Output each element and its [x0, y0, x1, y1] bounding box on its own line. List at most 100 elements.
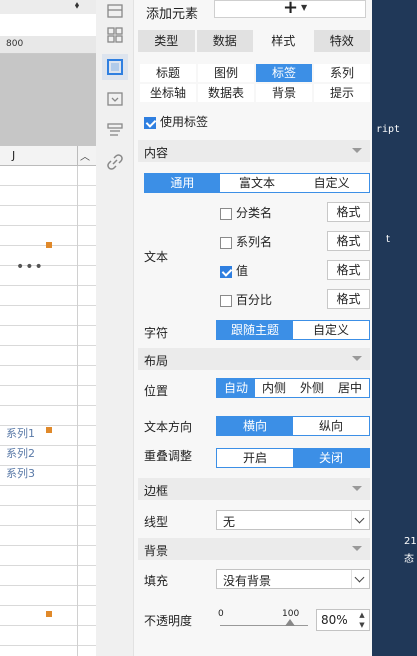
position-option-2[interactable]: 外侧	[293, 379, 331, 397]
slider-min-label: 0	[218, 609, 224, 619]
direction-segmented: 横向 纵向	[216, 416, 370, 436]
char-option-0[interactable]: 跟随主题	[217, 321, 293, 339]
chevron-down-icon[interactable]	[351, 511, 369, 529]
column-header-label[interactable]: J	[12, 149, 15, 162]
chevron-up-icon[interactable]: ▲	[357, 611, 367, 620]
content-mode-option-0[interactable]: 通用	[145, 174, 220, 192]
fill-value: 没有背景	[223, 574, 272, 588]
resize-handle[interactable]	[46, 611, 52, 617]
text-option-row[interactable]: 值	[220, 262, 248, 279]
slider-max-label: 100	[282, 609, 300, 619]
tab-main-1[interactable]: 数据	[196, 30, 253, 52]
text-option-checkbox[interactable]	[220, 265, 232, 278]
section-border[interactable]: 边框	[138, 478, 370, 500]
canvas-text: 21	[404, 536, 417, 547]
format-button[interactable]: 格式	[327, 260, 370, 280]
use-label-checkbox-row[interactable]: 使用标签	[144, 113, 208, 130]
overlap-segmented: 开启 关闭	[216, 448, 370, 468]
section-background[interactable]: 背景	[138, 538, 370, 560]
opacity-stepper[interactable]: 80% ▲ ▼	[316, 609, 370, 631]
tab-main-2[interactable]: 样式	[255, 30, 312, 52]
format-button[interactable]: 格式	[327, 231, 370, 251]
use-label-text: 使用标签	[160, 115, 209, 129]
ruler: 800	[0, 36, 96, 54]
position-control: 自动 内侧 外侧 居中	[216, 378, 370, 398]
opacity-slider-thumb[interactable]	[285, 619, 296, 626]
text-option-checkbox[interactable]	[220, 207, 232, 220]
layout-icon[interactable]	[105, 2, 125, 22]
section-content[interactable]: 内容	[138, 140, 370, 162]
tab-sub-3[interactable]: 系列	[314, 64, 370, 82]
char-segmented: 跟随主题 自定义	[216, 320, 370, 340]
text-option-row[interactable]: 分类名	[220, 204, 272, 221]
chevron-down-icon[interactable]: ▼	[357, 621, 367, 630]
tab-sub-6[interactable]: 背景	[256, 84, 312, 102]
tab-sub-4[interactable]: 坐标轴	[140, 84, 196, 102]
more-icon[interactable]: •••	[16, 259, 44, 275]
content-mode-option-2[interactable]: 自定义	[294, 174, 369, 192]
tab-sub-7[interactable]: 提示	[314, 84, 370, 102]
chevron-up-icon[interactable]: ︿	[80, 148, 90, 163]
overlap-option-1[interactable]: 关闭	[293, 449, 369, 467]
text-option-label: 值	[236, 264, 249, 278]
properties-panel: 添加元素 + ▼ 类型 数据 样式 特效 标题 图例 标签 系列 坐标轴 数据表 背景 提示 使用标…	[134, 0, 372, 656]
chevron-down-icon[interactable]	[351, 570, 369, 588]
direction-control: 横向 纵向	[216, 416, 370, 436]
content-mode-option-1[interactable]: 富文本	[220, 174, 295, 192]
pin-icon[interactable]: ⬧	[70, 0, 84, 12]
overlap-control: 开启 关闭	[216, 448, 370, 468]
plus-icon: +	[283, 0, 299, 18]
text-option-row[interactable]: 系列名	[220, 233, 272, 250]
direction-option-0[interactable]: 横向	[217, 417, 293, 435]
link-icon[interactable]	[105, 152, 125, 172]
section-title: 布局	[144, 354, 169, 368]
tab-sub-1[interactable]: 图例	[198, 64, 254, 82]
tab-main-3[interactable]: 特效	[313, 30, 370, 52]
char-option-1[interactable]: 自定义	[293, 321, 369, 339]
position-option-3[interactable]: 居中	[331, 379, 369, 397]
cell-grid[interactable]	[0, 166, 96, 656]
tab-main-0[interactable]: 类型	[138, 30, 195, 52]
format-button[interactable]: 格式	[327, 289, 370, 309]
position-label: 位置	[144, 384, 169, 398]
overlap-label: 重叠调整	[144, 449, 193, 463]
canvas-background	[0, 54, 96, 146]
format-button[interactable]: 格式	[327, 202, 370, 222]
collapse-arrow-icon[interactable]	[352, 148, 362, 153]
position-segmented: 自动 内侧 外侧 居中	[216, 378, 370, 398]
collapse-arrow-icon[interactable]	[352, 356, 362, 361]
direction-option-1[interactable]: 纵向	[293, 417, 369, 435]
widget-icon[interactable]	[105, 25, 125, 45]
collapse-arrow-icon[interactable]	[352, 486, 362, 491]
text-option-label: 分类名	[236, 206, 273, 220]
add-element-label: 添加元素	[146, 7, 199, 22]
use-label-checkbox[interactable]	[144, 116, 156, 129]
resize-handle[interactable]	[46, 427, 52, 433]
fill-select[interactable]: 没有背景	[216, 569, 370, 589]
dropdown-control-icon[interactable]	[105, 89, 125, 109]
resize-handle[interactable]	[46, 242, 52, 248]
position-option-0[interactable]: 自动	[217, 379, 255, 397]
line-type-value: 无	[223, 515, 236, 529]
list-control-icon[interactable]	[105, 120, 125, 140]
tab-sub-5[interactable]: 数据表	[198, 84, 254, 102]
add-element-button[interactable]: + ▼	[214, 0, 366, 18]
text-option-checkbox[interactable]	[220, 294, 232, 307]
tab-sub-0[interactable]: 标题	[140, 64, 196, 82]
canvas-text: t	[386, 234, 390, 245]
overlap-option-0[interactable]: 开启	[217, 449, 293, 467]
collapse-arrow-icon[interactable]	[352, 546, 362, 551]
side-icon-strip	[96, 0, 134, 656]
section-layout[interactable]: 布局	[138, 348, 370, 370]
text-option-checkbox[interactable]	[220, 236, 232, 249]
tab-sub-2[interactable]: 标签	[256, 64, 312, 82]
main-tabs: 类型 数据 样式 特效	[138, 30, 370, 52]
column-header: J ︿	[0, 146, 96, 166]
position-option-1[interactable]: 内侧	[255, 379, 293, 397]
text-option-row[interactable]: 百分比	[220, 291, 272, 308]
element-style-icon[interactable]	[102, 54, 128, 80]
line-type-select[interactable]: 无	[216, 510, 370, 530]
char-control: 跟随主题 自定义	[216, 320, 370, 340]
section-title: 背景	[144, 544, 169, 558]
opacity-value[interactable]: 80%	[321, 613, 348, 627]
